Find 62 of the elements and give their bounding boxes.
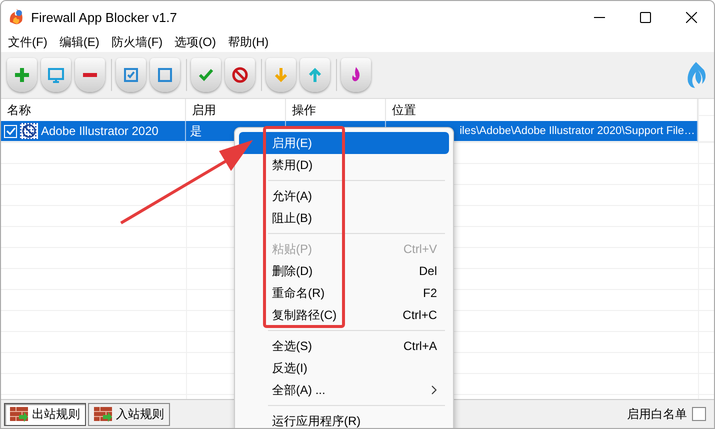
column-header[interactable]: 启用 [186, 99, 286, 121]
rules-tab[interactable]: 入站规则 [88, 402, 170, 426]
context-menu-item[interactable]: 全选(S) Ctrl+A [239, 335, 449, 357]
toolbar-button[interactable] [191, 58, 221, 92]
menu-item-label: 全选(S) [272, 338, 313, 354]
context-menu-item[interactable]: 全部(A) ... [239, 379, 449, 401]
context-menu-item[interactable]: 允许(A) [239, 185, 449, 207]
toolbar-button[interactable] [7, 58, 37, 92]
menu-item-label: 禁用(D) [272, 156, 314, 174]
menu-item[interactable]: 文件(F) [2, 34, 54, 51]
whitelist-checkbox[interactable] [692, 407, 706, 421]
column-header[interactable]: 名称 [1, 99, 186, 121]
blocked-app-icon [20, 123, 38, 139]
app-logo-icon [7, 8, 25, 26]
toolbar-button[interactable] [300, 58, 330, 92]
brick-wall-icon [10, 406, 28, 422]
toolbar-button[interactable] [150, 58, 180, 92]
menu-item[interactable]: 选项(O) [168, 34, 222, 51]
menu-item[interactable]: 帮助(H) [222, 34, 275, 51]
menu-item-label: 阻止(B) [272, 210, 313, 226]
column-header[interactable]: 位置 [386, 99, 698, 121]
menu-item-label: 允许(A) [272, 188, 313, 204]
shortcut-text: Ctrl+A [403, 339, 437, 353]
maximize-icon [640, 12, 650, 22]
context-menu-item[interactable]: 删除(D) Del [239, 260, 449, 282]
toolbar-button[interactable] [41, 58, 71, 92]
context-menu-item[interactable]: 复制路径(C) Ctrl+C [239, 304, 449, 326]
checkmark-icon [6, 126, 16, 136]
rules-tab[interactable]: 出站规则 [4, 402, 86, 426]
minus-icon [83, 73, 97, 77]
menu-item-label: 粘贴(P) [272, 240, 313, 258]
close-icon [686, 12, 696, 22]
menu-item-label: 反选(I) [272, 360, 308, 376]
menu-item-label: 删除(D) [272, 262, 314, 280]
chevron-right-icon [431, 385, 437, 395]
shortcut-text: F2 [422, 286, 437, 300]
whitelist-label: 启用白名单 [627, 406, 687, 422]
context-menu-item[interactable]: 运行应用程序(R) [239, 410, 449, 428]
context-menu-item[interactable]: 启用(E) [239, 132, 449, 154]
shortcut-text: Del [418, 264, 437, 278]
context-menu-item[interactable]: 重命名(R) F2 [239, 282, 449, 304]
menu-item-label: 复制路径(C) [272, 306, 338, 324]
toolbar-button[interactable] [341, 58, 371, 92]
context-menu-item[interactable]: 阻止(B) [239, 207, 449, 229]
toolbar-button[interactable] [75, 58, 105, 92]
menu-item-label: 重命名(R) [272, 284, 326, 302]
shortcut-text: Ctrl+V [403, 242, 437, 256]
app-name: Adobe Illustrator 2020 [41, 123, 158, 140]
menu-item[interactable]: 编辑(E) [53, 34, 106, 51]
toolbar-button[interactable] [116, 58, 146, 92]
shortcut-text: Ctrl+C [402, 308, 437, 322]
brick-wall-icon [94, 406, 112, 422]
menu-item[interactable]: 防火墙(F) [105, 34, 169, 51]
context-menu-item[interactable]: 禁用(D) [239, 154, 449, 176]
menu-item-label: 全部(A) ... [272, 382, 326, 398]
row-checkbox[interactable] [4, 124, 17, 138]
window-title: Firewall App Blocker v1.7 [31, 10, 178, 24]
table-row[interactable]: Adobe Illustrator 2020 [1, 121, 186, 142]
context-menu-item[interactable]: 反选(I) [239, 357, 449, 379]
column-header[interactable]: 操作 [286, 99, 386, 121]
menu-item-label: 运行应用程序(R) [272, 412, 362, 428]
toolbar-button[interactable] [225, 58, 255, 92]
